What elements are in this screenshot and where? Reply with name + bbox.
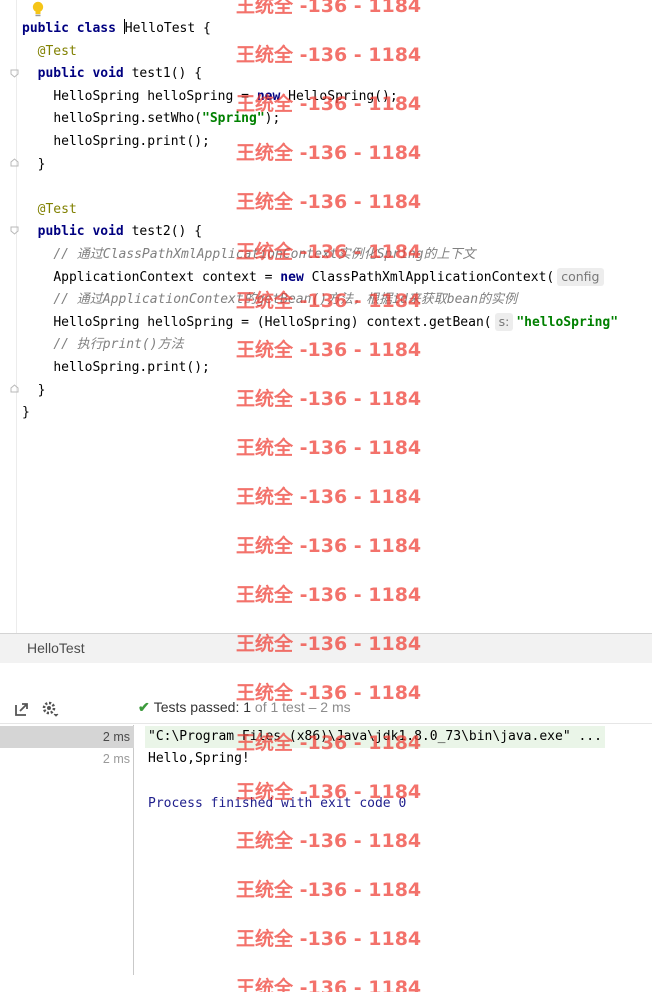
lightbulb-icon[interactable] xyxy=(31,1,45,19)
method-signature: test1() { xyxy=(123,66,203,82)
test-tree-row-test[interactable]: 2 ms xyxy=(0,748,134,770)
check-icon: ✔ xyxy=(138,699,150,715)
code-line[interactable]: } xyxy=(22,380,652,403)
code-line[interactable] xyxy=(22,176,652,199)
code-line[interactable]: @Test xyxy=(22,199,652,222)
code-line[interactable]: // 通过ClassPathXmlApplicationContext实例化Sp… xyxy=(22,244,652,267)
run-toolbar: ✔ Tests passed: 1 of 1 test – 2 ms xyxy=(0,694,652,724)
code-token: ClassPathXmlApplicationContext( xyxy=(303,269,555,285)
code-token: helloSpring.print(); xyxy=(53,133,210,149)
code-line[interactable]: HelloSpring helloSpring = (HelloSpring) … xyxy=(22,312,652,335)
fold-marker-icon[interactable] xyxy=(10,69,19,78)
code-editor[interactable]: public class HelloTest { @Test public vo… xyxy=(0,0,652,633)
keyword: public xyxy=(22,21,69,36)
keyword: class xyxy=(76,21,116,36)
string-literal: "helloSpring" xyxy=(516,314,619,330)
code-line[interactable]: public class HelloTest { xyxy=(22,18,652,41)
code-comment: // 通过ClassPathXmlApplicationContext实例化Sp… xyxy=(53,246,476,262)
code-comment: // 通过ApplicationContext的getBean()方法，根据id… xyxy=(53,292,518,308)
run-tab-title[interactable]: HelloTest xyxy=(27,640,85,656)
code-line[interactable]: // 执行print()方法 xyxy=(22,334,652,357)
method-signature: test2() { xyxy=(123,224,203,240)
code-token: HelloSpring helloSpring = (HelloSpring) … xyxy=(53,314,492,330)
code-line[interactable]: ApplicationContext context = new ClassPa… xyxy=(22,267,652,290)
export-icon[interactable] xyxy=(13,700,31,718)
code-line[interactable]: public void test2() { xyxy=(22,221,652,244)
keyword: void xyxy=(92,66,124,82)
code-token: } xyxy=(37,382,46,398)
code-line[interactable]: } xyxy=(22,402,652,425)
code-line[interactable]: helloSpring.print(); xyxy=(22,357,652,380)
test-status: ✔ Tests passed: 1 of 1 test – 2 ms xyxy=(138,699,351,715)
keyword: void xyxy=(92,224,124,240)
code-token: helloSpring.setWho( xyxy=(53,111,203,127)
parameter-hint: s: xyxy=(494,312,514,331)
string-literal: "Spring" xyxy=(202,111,265,127)
fold-marker-icon[interactable] xyxy=(10,226,19,235)
test-tree-row-root[interactable]: 2 ms xyxy=(0,726,134,748)
code-line[interactable]: HelloSpring helloSpring = new HelloSprin… xyxy=(22,86,652,109)
code-token: ApplicationContext context = xyxy=(53,269,281,285)
class-name: HelloTest xyxy=(124,21,196,36)
keyword: public xyxy=(37,66,85,82)
code-token: HelloSpring(); xyxy=(280,88,398,104)
console-output[interactable]: "C:\Program Files (x86)\Java\jdk1.8.0_73… xyxy=(135,725,652,992)
code-line[interactable]: } xyxy=(22,154,652,177)
code-token: } xyxy=(37,156,46,172)
fold-marker-icon[interactable] xyxy=(10,384,19,393)
code-token: HelloSpring helloSpring = xyxy=(53,88,257,104)
annotation: @Test xyxy=(37,201,77,217)
code-line[interactable]: @Test xyxy=(22,41,652,64)
code-token: } xyxy=(22,405,30,421)
annotation: @Test xyxy=(37,43,77,59)
gear-icon[interactable] xyxy=(41,700,59,718)
code-line[interactable]: helloSpring.print(); xyxy=(22,131,652,154)
code-token: ); xyxy=(264,111,281,127)
console-output-line: Hello,Spring! xyxy=(148,751,250,766)
code-line[interactable]: // 通过ApplicationContext的getBean()方法，根据id… xyxy=(22,289,652,312)
keyword: public xyxy=(37,224,85,240)
code-token: helloSpring.print(); xyxy=(53,359,210,375)
test-tree[interactable]: 2 ms 2 ms xyxy=(0,725,134,975)
code-token: { xyxy=(195,21,211,36)
parameter-hint: config xyxy=(557,267,604,286)
code-area[interactable]: public class HelloTest { @Test public vo… xyxy=(22,18,652,425)
code-line[interactable]: public void test1() { xyxy=(22,63,652,86)
keyword: new xyxy=(280,269,304,285)
editor-gutter[interactable] xyxy=(0,0,17,633)
passed-count: 1 xyxy=(243,699,252,715)
console-command-line[interactable]: "C:\Program Files (x86)\Java\jdk1.8.0_73… xyxy=(145,726,605,748)
run-tool-window-header[interactable]: HelloTest xyxy=(0,633,652,663)
fold-marker-icon[interactable] xyxy=(10,158,19,167)
console-exit-line: Process finished with exit code 0 xyxy=(148,796,407,811)
status-detail: of 1 test – 2 ms xyxy=(254,699,351,715)
code-comment: // 执行print()方法 xyxy=(53,337,184,353)
keyword: new xyxy=(256,88,281,104)
code-line[interactable]: helloSpring.setWho("Spring"); xyxy=(22,108,652,131)
